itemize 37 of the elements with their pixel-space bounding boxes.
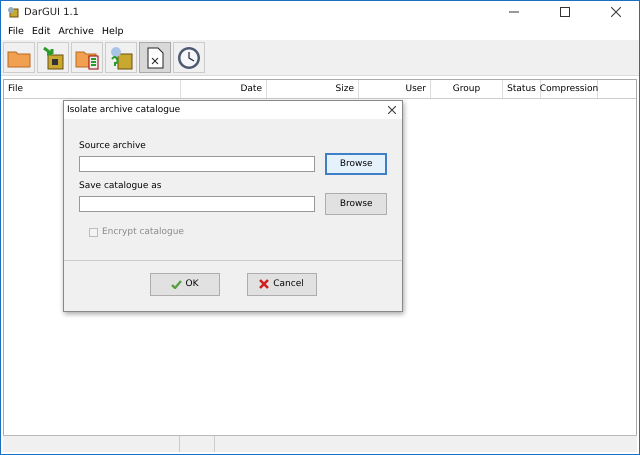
browse-button[interactable]: Browse	[325, 153, 387, 175]
column-header[interactable]: Compression	[541, 80, 598, 98]
input-field[interactable]	[79, 156, 316, 172]
cross-icon	[259, 279, 270, 289]
column-header[interactable]: Date	[181, 80, 267, 98]
window-title: DarGUI 1.1	[24, 6, 80, 18]
app-icon	[7, 6, 19, 18]
column-header[interactable]: Status	[503, 80, 541, 98]
folder-arrow-icon	[41, 46, 65, 70]
toolbar-button[interactable]	[71, 42, 103, 73]
column-header[interactable]: Group	[431, 80, 503, 98]
clock-icon	[177, 46, 201, 70]
field-label: Source archive	[79, 141, 147, 151]
menu-item[interactable]: File	[4, 26, 28, 37]
menu-item[interactable]: Help	[98, 26, 128, 37]
document-icon	[146, 46, 164, 68]
question-box-icon	[109, 46, 133, 70]
checkmark-icon	[170, 280, 182, 288]
close-icon[interactable]	[611, 7, 621, 17]
dialog-title: Isolate archive catalogue	[67, 105, 180, 115]
close-icon[interactable]	[388, 106, 396, 114]
toolbar-button[interactable]	[37, 42, 69, 73]
menu-item[interactable]: Archive	[54, 26, 98, 37]
toolbar-button[interactable]	[105, 42, 137, 73]
column-header[interactable]: File	[4, 80, 181, 98]
checkbox-label: Encrypt catalogue	[102, 227, 184, 237]
ok-button[interactable]: OK	[150, 272, 220, 296]
field-label: Save catalogue as	[79, 181, 162, 191]
toolbar-button[interactable]	[139, 42, 171, 73]
column-header[interactable]: Size	[267, 80, 359, 98]
toolbar-button[interactable]	[173, 42, 205, 73]
menu-item[interactable]: Edit	[28, 26, 54, 37]
column-header[interactable]: User	[359, 80, 431, 98]
browse-button[interactable]: Browse	[325, 193, 387, 215]
input-field[interactable]	[79, 196, 316, 212]
maximize-icon[interactable]	[560, 7, 570, 17]
cancel-button[interactable]: Cancel	[246, 272, 316, 296]
